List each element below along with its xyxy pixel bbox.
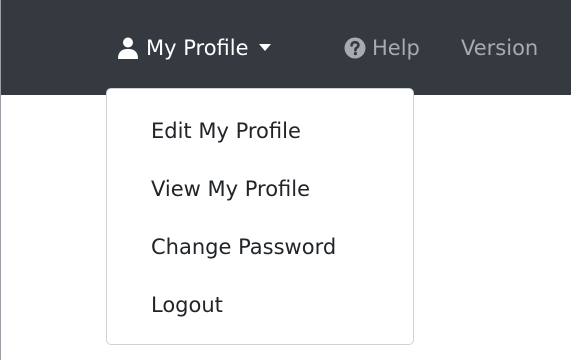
my-profile-label: My Profile: [146, 35, 249, 60]
profile-dropdown-menu: Edit My Profile View My Profile Change P…: [106, 88, 414, 345]
change-password-menu-item[interactable]: Change Password: [107, 218, 413, 276]
question-circle-icon: [344, 37, 366, 58]
help-link[interactable]: Help: [344, 0, 420, 95]
user-icon: [118, 37, 138, 59]
top-navbar: My Profile Help Version: [1, 0, 571, 95]
version-label: Version: [461, 35, 539, 60]
help-label: Help: [372, 35, 420, 60]
caret-down-icon: [258, 43, 271, 51]
my-profile-dropdown-toggle[interactable]: My Profile: [116, 0, 271, 95]
version-link[interactable]: Version: [461, 0, 538, 95]
logout-menu-item[interactable]: Logout: [107, 276, 413, 334]
edit-my-profile-menu-item[interactable]: Edit My Profile: [107, 102, 413, 160]
view-my-profile-menu-item[interactable]: View My Profile: [107, 160, 413, 218]
app-window: My Profile Help Version Edit My Profile …: [0, 0, 571, 360]
